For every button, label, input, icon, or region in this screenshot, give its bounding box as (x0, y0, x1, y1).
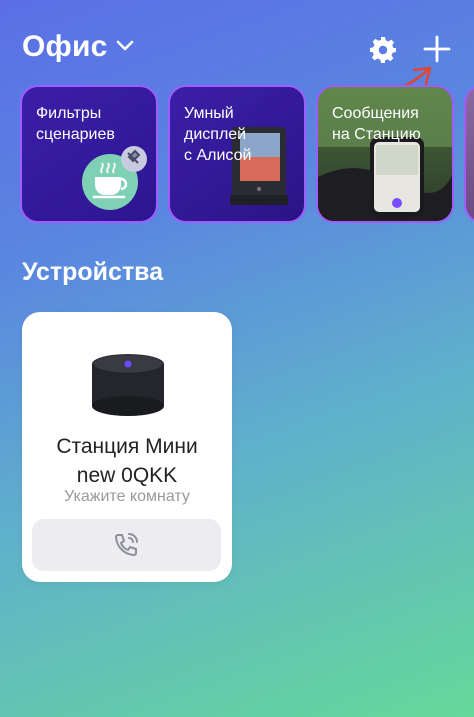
story-card[interactable]: Фильтры сценариев (20, 85, 158, 223)
device-card[interactable]: Станция Мини new 0QKK Укажите комнату (22, 312, 232, 582)
story-label: Умный дисплей с Алисой (184, 105, 252, 164)
header: Офис (0, 0, 474, 112)
home-name: Офис (22, 30, 108, 63)
gear-icon[interactable] (368, 35, 398, 65)
story-label: Фильтры сценариев (36, 105, 115, 143)
home-selector[interactable]: Офис (22, 30, 134, 64)
story-label: Сообщения на Станцию (332, 105, 421, 143)
speaker-image (92, 354, 164, 416)
chevron-down-icon (116, 39, 134, 57)
plus-icon[interactable] (422, 34, 452, 64)
call-button[interactable] (32, 519, 221, 571)
devices-section-title: Устройства (22, 258, 164, 286)
stories-carousel[interactable]: Фильтры сценариев Умный дисплей с Алисой… (20, 85, 474, 223)
device-room: Укажите комнату (64, 488, 190, 505)
story-card[interactable] (464, 85, 474, 223)
device-name: Станция Мини new 0QKK (56, 435, 198, 487)
story-card[interactable]: Сообщения на Станцию (316, 85, 454, 223)
phone-call-icon (115, 533, 138, 556)
story-card[interactable]: Умный дисплей с Алисой (168, 85, 306, 223)
